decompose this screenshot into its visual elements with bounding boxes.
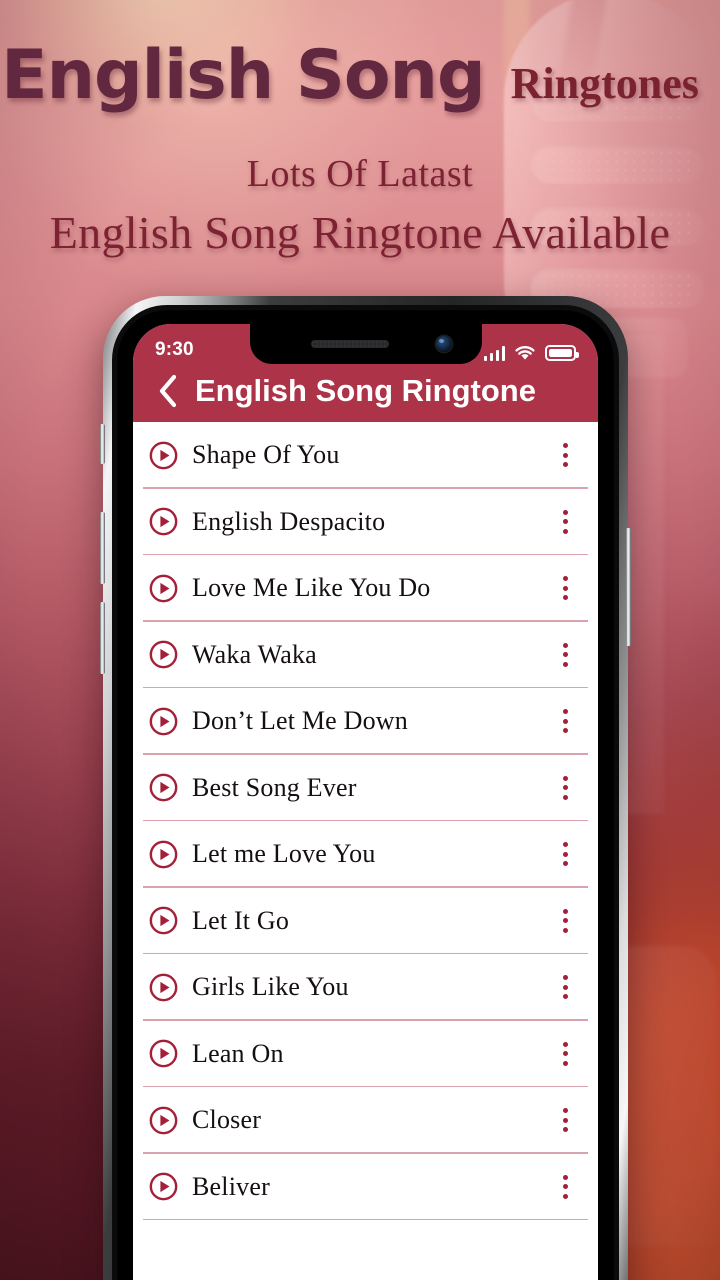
ringtone-row[interactable]: English Despacito xyxy=(133,489,598,556)
battery-full-icon xyxy=(545,345,579,361)
ringtone-title: Best Song Ever xyxy=(192,772,357,802)
promo-title-main: English Song xyxy=(1,36,485,115)
wifi-icon xyxy=(514,345,536,361)
play-circle-icon[interactable] xyxy=(149,507,178,536)
status-bar-time: 9:30 xyxy=(155,339,194,360)
more-vertical-icon[interactable] xyxy=(554,771,576,805)
power-button[interactable] xyxy=(626,528,631,646)
promo-subtitle-line1: Lots Of Latast xyxy=(246,153,474,195)
ringtone-list[interactable]: Shape Of You English Despacito Love Me Lik… xyxy=(133,422,598,1280)
ringtone-row[interactable]: Closer xyxy=(133,1087,598,1154)
back-button[interactable] xyxy=(151,371,185,411)
ringtone-title: Don’t Let Me Down xyxy=(192,706,408,736)
more-vertical-icon[interactable] xyxy=(554,638,576,672)
ringtone-row[interactable]: Beliver xyxy=(133,1154,598,1221)
more-vertical-icon[interactable] xyxy=(554,438,576,472)
more-vertical-icon[interactable] xyxy=(554,904,576,938)
promo-title-accent: Ringtones xyxy=(510,59,699,108)
play-circle-icon[interactable] xyxy=(149,840,178,869)
ringtone-title: Waka Waka xyxy=(192,639,317,669)
more-vertical-icon[interactable] xyxy=(554,1170,576,1204)
play-circle-icon[interactable] xyxy=(149,773,178,802)
more-vertical-icon[interactable] xyxy=(554,837,576,871)
promo-subtitle-line2: English Song Ringtone Available xyxy=(49,207,671,258)
ringtone-title: Let It Go xyxy=(192,905,290,935)
more-vertical-icon[interactable] xyxy=(554,505,576,539)
status-bar-icons xyxy=(483,345,579,361)
app-title-bar: English Song Ringtone xyxy=(133,364,598,422)
volume-down-button[interactable] xyxy=(100,602,105,674)
play-circle-icon[interactable] xyxy=(149,640,178,669)
ringtone-title: Girls Like You xyxy=(192,972,349,1002)
signal-bars-icon xyxy=(483,345,505,361)
ringtone-row[interactable]: Best Song Ever xyxy=(133,755,598,822)
more-vertical-icon[interactable] xyxy=(554,571,576,605)
phone-notch xyxy=(249,324,482,364)
phone-screen: 9:30 English Song Ringtone Shape Of You … xyxy=(133,324,598,1280)
play-circle-icon[interactable] xyxy=(149,1172,178,1201)
ringtone-title: Closer xyxy=(192,1105,262,1135)
ringtone-row[interactable]: Let me Love You xyxy=(133,821,598,888)
ringtone-title: Let me Love You xyxy=(192,839,376,869)
play-circle-icon[interactable] xyxy=(149,707,178,736)
more-vertical-icon[interactable] xyxy=(554,1103,576,1137)
play-circle-icon[interactable] xyxy=(149,1106,178,1135)
ringtone-row[interactable]: Let It Go xyxy=(133,888,598,955)
more-vertical-icon[interactable] xyxy=(554,704,576,738)
ringtone-row[interactable]: Waka Waka xyxy=(133,622,598,689)
ringtone-title: Love Me Like You Do xyxy=(192,573,431,603)
ringtone-title: Lean On xyxy=(192,1038,284,1068)
more-vertical-icon[interactable] xyxy=(554,1037,576,1071)
play-circle-icon[interactable] xyxy=(149,906,178,935)
play-circle-icon[interactable] xyxy=(149,441,178,470)
ringtone-row[interactable]: Shape Of You xyxy=(133,422,598,489)
volume-up-button[interactable] xyxy=(100,512,105,584)
play-circle-icon[interactable] xyxy=(149,973,178,1002)
ringtone-row[interactable]: Lean On xyxy=(133,1021,598,1088)
chevron-left-icon xyxy=(159,374,177,408)
play-circle-icon[interactable] xyxy=(149,1039,178,1068)
page-title: English Song Ringtone xyxy=(195,373,536,408)
ringtone-row[interactable]: Love Me Like You Do xyxy=(133,555,598,622)
front-camera-icon xyxy=(435,336,452,352)
mute-switch-button[interactable] xyxy=(100,424,105,464)
phone-mockup: 9:30 English Song Ringtone Shape Of You … xyxy=(100,296,631,1280)
ringtone-row[interactable]: Don’t Let Me Down xyxy=(133,688,598,755)
ringtone-row[interactable]: Girls Like You xyxy=(133,954,598,1021)
earpiece-speaker-icon xyxy=(310,340,389,348)
ringtone-title: Beliver xyxy=(192,1171,270,1201)
promo-title-row: English Song Ringtones xyxy=(0,36,700,115)
ringtone-title: English Despacito xyxy=(192,506,386,536)
more-vertical-icon[interactable] xyxy=(554,970,576,1004)
play-circle-icon[interactable] xyxy=(149,574,178,603)
ringtone-title: Shape Of You xyxy=(192,440,340,470)
